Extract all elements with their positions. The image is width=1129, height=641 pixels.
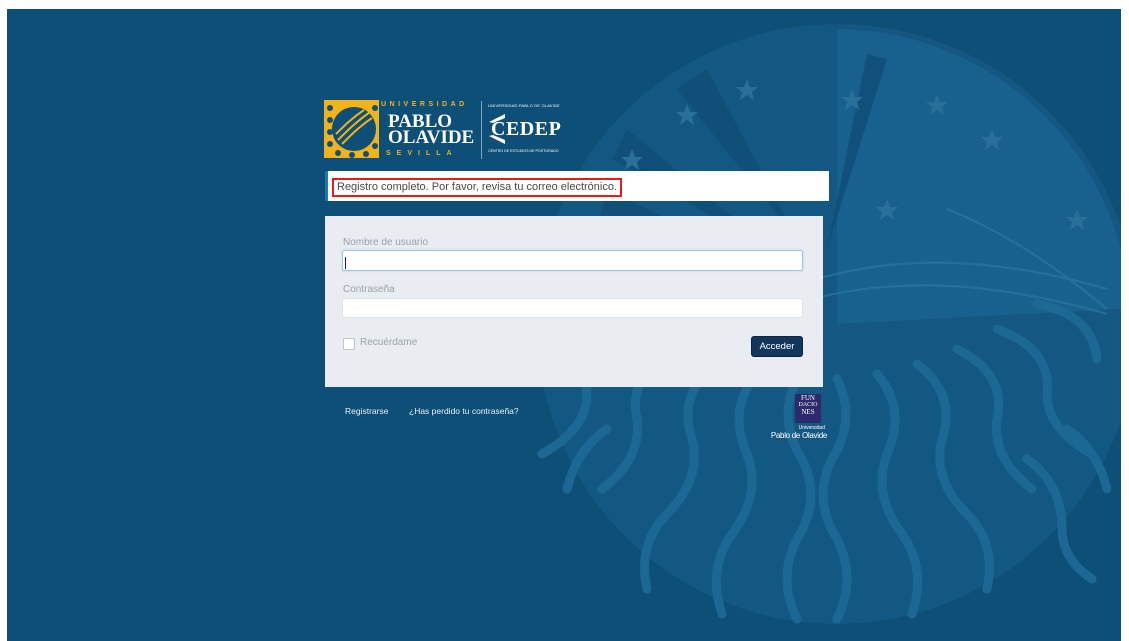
registration-message-bar: Registro completo. Por favor, revisa tu … bbox=[325, 171, 829, 201]
remember-me-checkbox[interactable] bbox=[343, 338, 355, 350]
fundaciones-upo-logo: FUN DACIO NES Universidad Pablo de Olavi… bbox=[755, 394, 829, 450]
fundaciones-logo-text-1: FUN bbox=[800, 394, 815, 402]
fundaciones-logo-name: Pablo de Olavide bbox=[770, 431, 827, 440]
forgot-password-link[interactable]: ¿Has perdido tu contraseña? bbox=[409, 406, 519, 416]
remember-me-label[interactable]: Recuérdame bbox=[360, 337, 417, 348]
password-label: Contraseña bbox=[343, 284, 395, 295]
upo-logo-bottom-text: SEVILLA bbox=[386, 150, 458, 157]
registration-message-text: Registro completo. Por favor, revisa tu … bbox=[332, 178, 623, 197]
username-input[interactable] bbox=[342, 250, 803, 271]
login-form: Nombre de usuario Contraseña Recuérdame … bbox=[325, 216, 823, 387]
fundaciones-logo-text-3: NES bbox=[801, 408, 815, 416]
password-input[interactable] bbox=[342, 298, 803, 318]
cedep-logo-subtitle: CENTRO DE ESTUDIOS DE POSTGRADO bbox=[488, 149, 559, 153]
cedep-logo: UNIVERSIDAD PABLO DE OLAVIDE CEDEP CENTR… bbox=[483, 101, 583, 159]
upo-logo-line-2: OLAVIDE bbox=[388, 127, 475, 148]
cedep-logo-top-text: UNIVERSIDAD PABLO DE OLAVIDE bbox=[488, 103, 560, 108]
text-caret bbox=[345, 257, 346, 269]
login-button[interactable]: Acceder bbox=[751, 336, 803, 357]
upo-logo-top-text: UNIVERSIDAD bbox=[381, 101, 468, 108]
username-label: Nombre de usuario bbox=[343, 237, 429, 248]
logo-divider bbox=[481, 101, 482, 159]
universidad-pablo-de-olavide-logo: UNIVERSIDAD PABLO OLAVIDE SEVILLA bbox=[324, 99, 484, 159]
sunflower-emblem-icon bbox=[324, 100, 379, 158]
register-link[interactable]: Registrarse bbox=[345, 406, 388, 416]
login-page-background: UNIVERSIDAD PABLO OLAVIDE SEVILLA UNIVER… bbox=[7, 9, 1121, 641]
cedep-logo-name: CEDEP bbox=[491, 118, 562, 140]
fundaciones-logo-box: FUN DACIO NES bbox=[795, 394, 821, 423]
